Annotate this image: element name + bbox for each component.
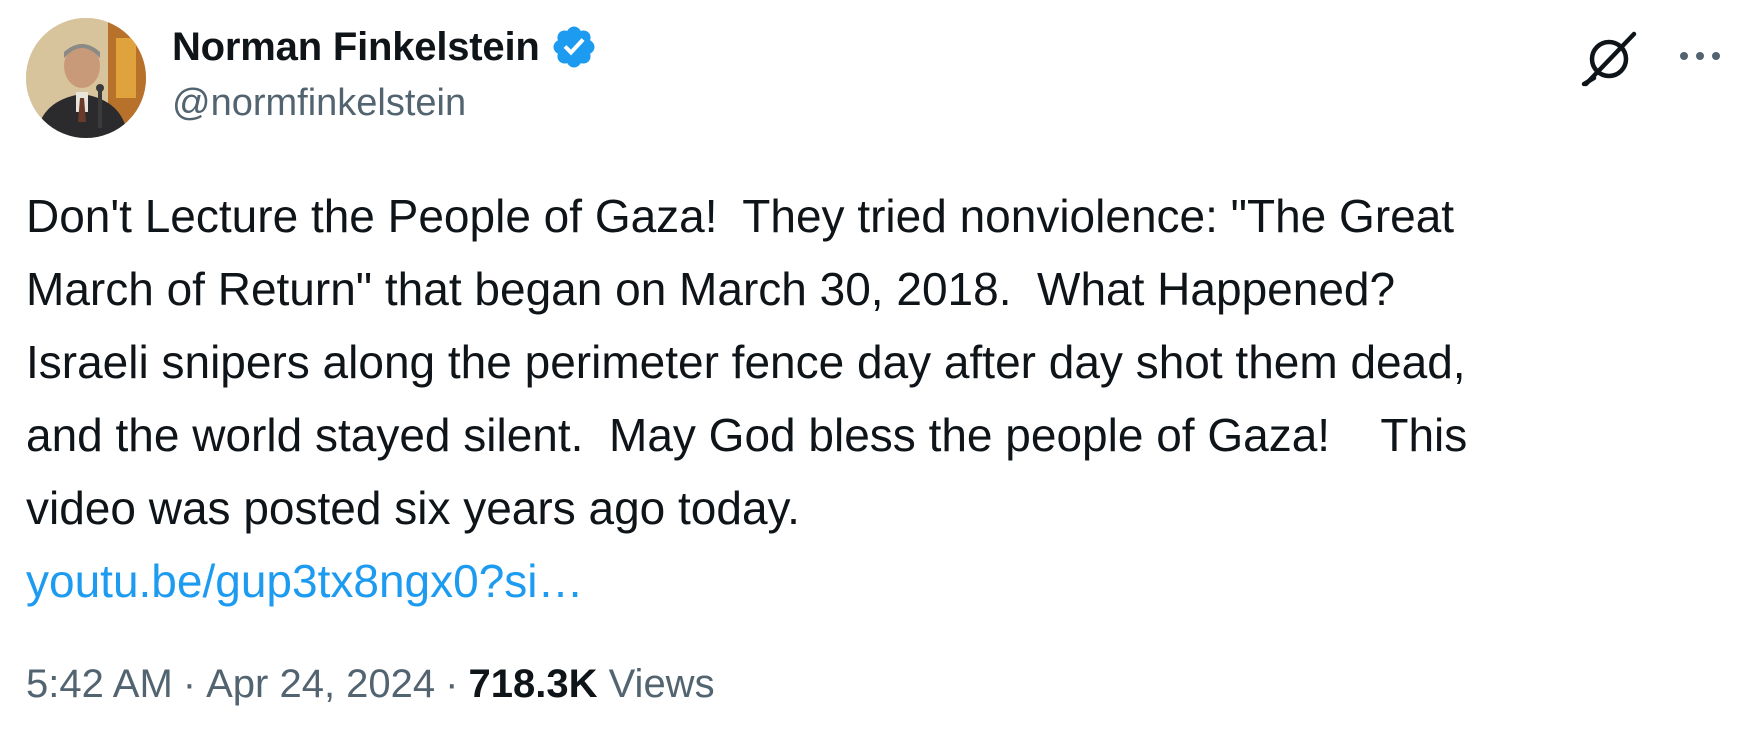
avatar[interactable] <box>26 18 146 138</box>
tweet-text-line: Israeli snipers along the perimeter fenc… <box>26 336 1466 388</box>
meta-separator: · <box>182 662 197 706</box>
verified-badge-icon[interactable] <box>550 23 598 71</box>
views-count[interactable]: 718.3K <box>468 662 597 706</box>
author-block: Norman Finkelstein @normfinkelstein <box>172 20 598 125</box>
tweet-text-line: video was posted six years ago today. <box>26 482 800 534</box>
tweet: Norman Finkelstein @normfinkelstein Don'… <box>0 0 1744 740</box>
tweet-text-line: March of Return" that began on March 30,… <box>26 263 1396 315</box>
avatar-photo <box>26 18 146 138</box>
meta-separator: · <box>445 662 459 706</box>
display-name[interactable]: Norman Finkelstein <box>172 25 540 70</box>
grok-icon[interactable] <box>1578 28 1640 90</box>
tweet-text: Don't Lecture the People of Gaza! They t… <box>26 180 1726 545</box>
tweet-text-line: Don't Lecture the People of Gaza! They t… <box>26 190 1455 242</box>
views-label[interactable]: Views <box>609 662 715 706</box>
tweet-date[interactable]: Apr 24, 2024 <box>206 662 435 706</box>
tweet-time[interactable]: 5:42 AM <box>26 662 173 706</box>
handle[interactable]: @normfinkelstein <box>172 82 598 125</box>
more-options-icon[interactable] <box>1676 38 1724 74</box>
name-row: Norman Finkelstein <box>172 20 598 74</box>
tweet-text-line: and the world stayed silent. May God ble… <box>26 409 1468 461</box>
tweet-meta: 5:42 AM · Apr 24, 2024 · 718.3K Views <box>26 662 715 707</box>
tweet-link[interactable]: youtu.be/gup3tx8ngx0?si… <box>26 545 584 618</box>
